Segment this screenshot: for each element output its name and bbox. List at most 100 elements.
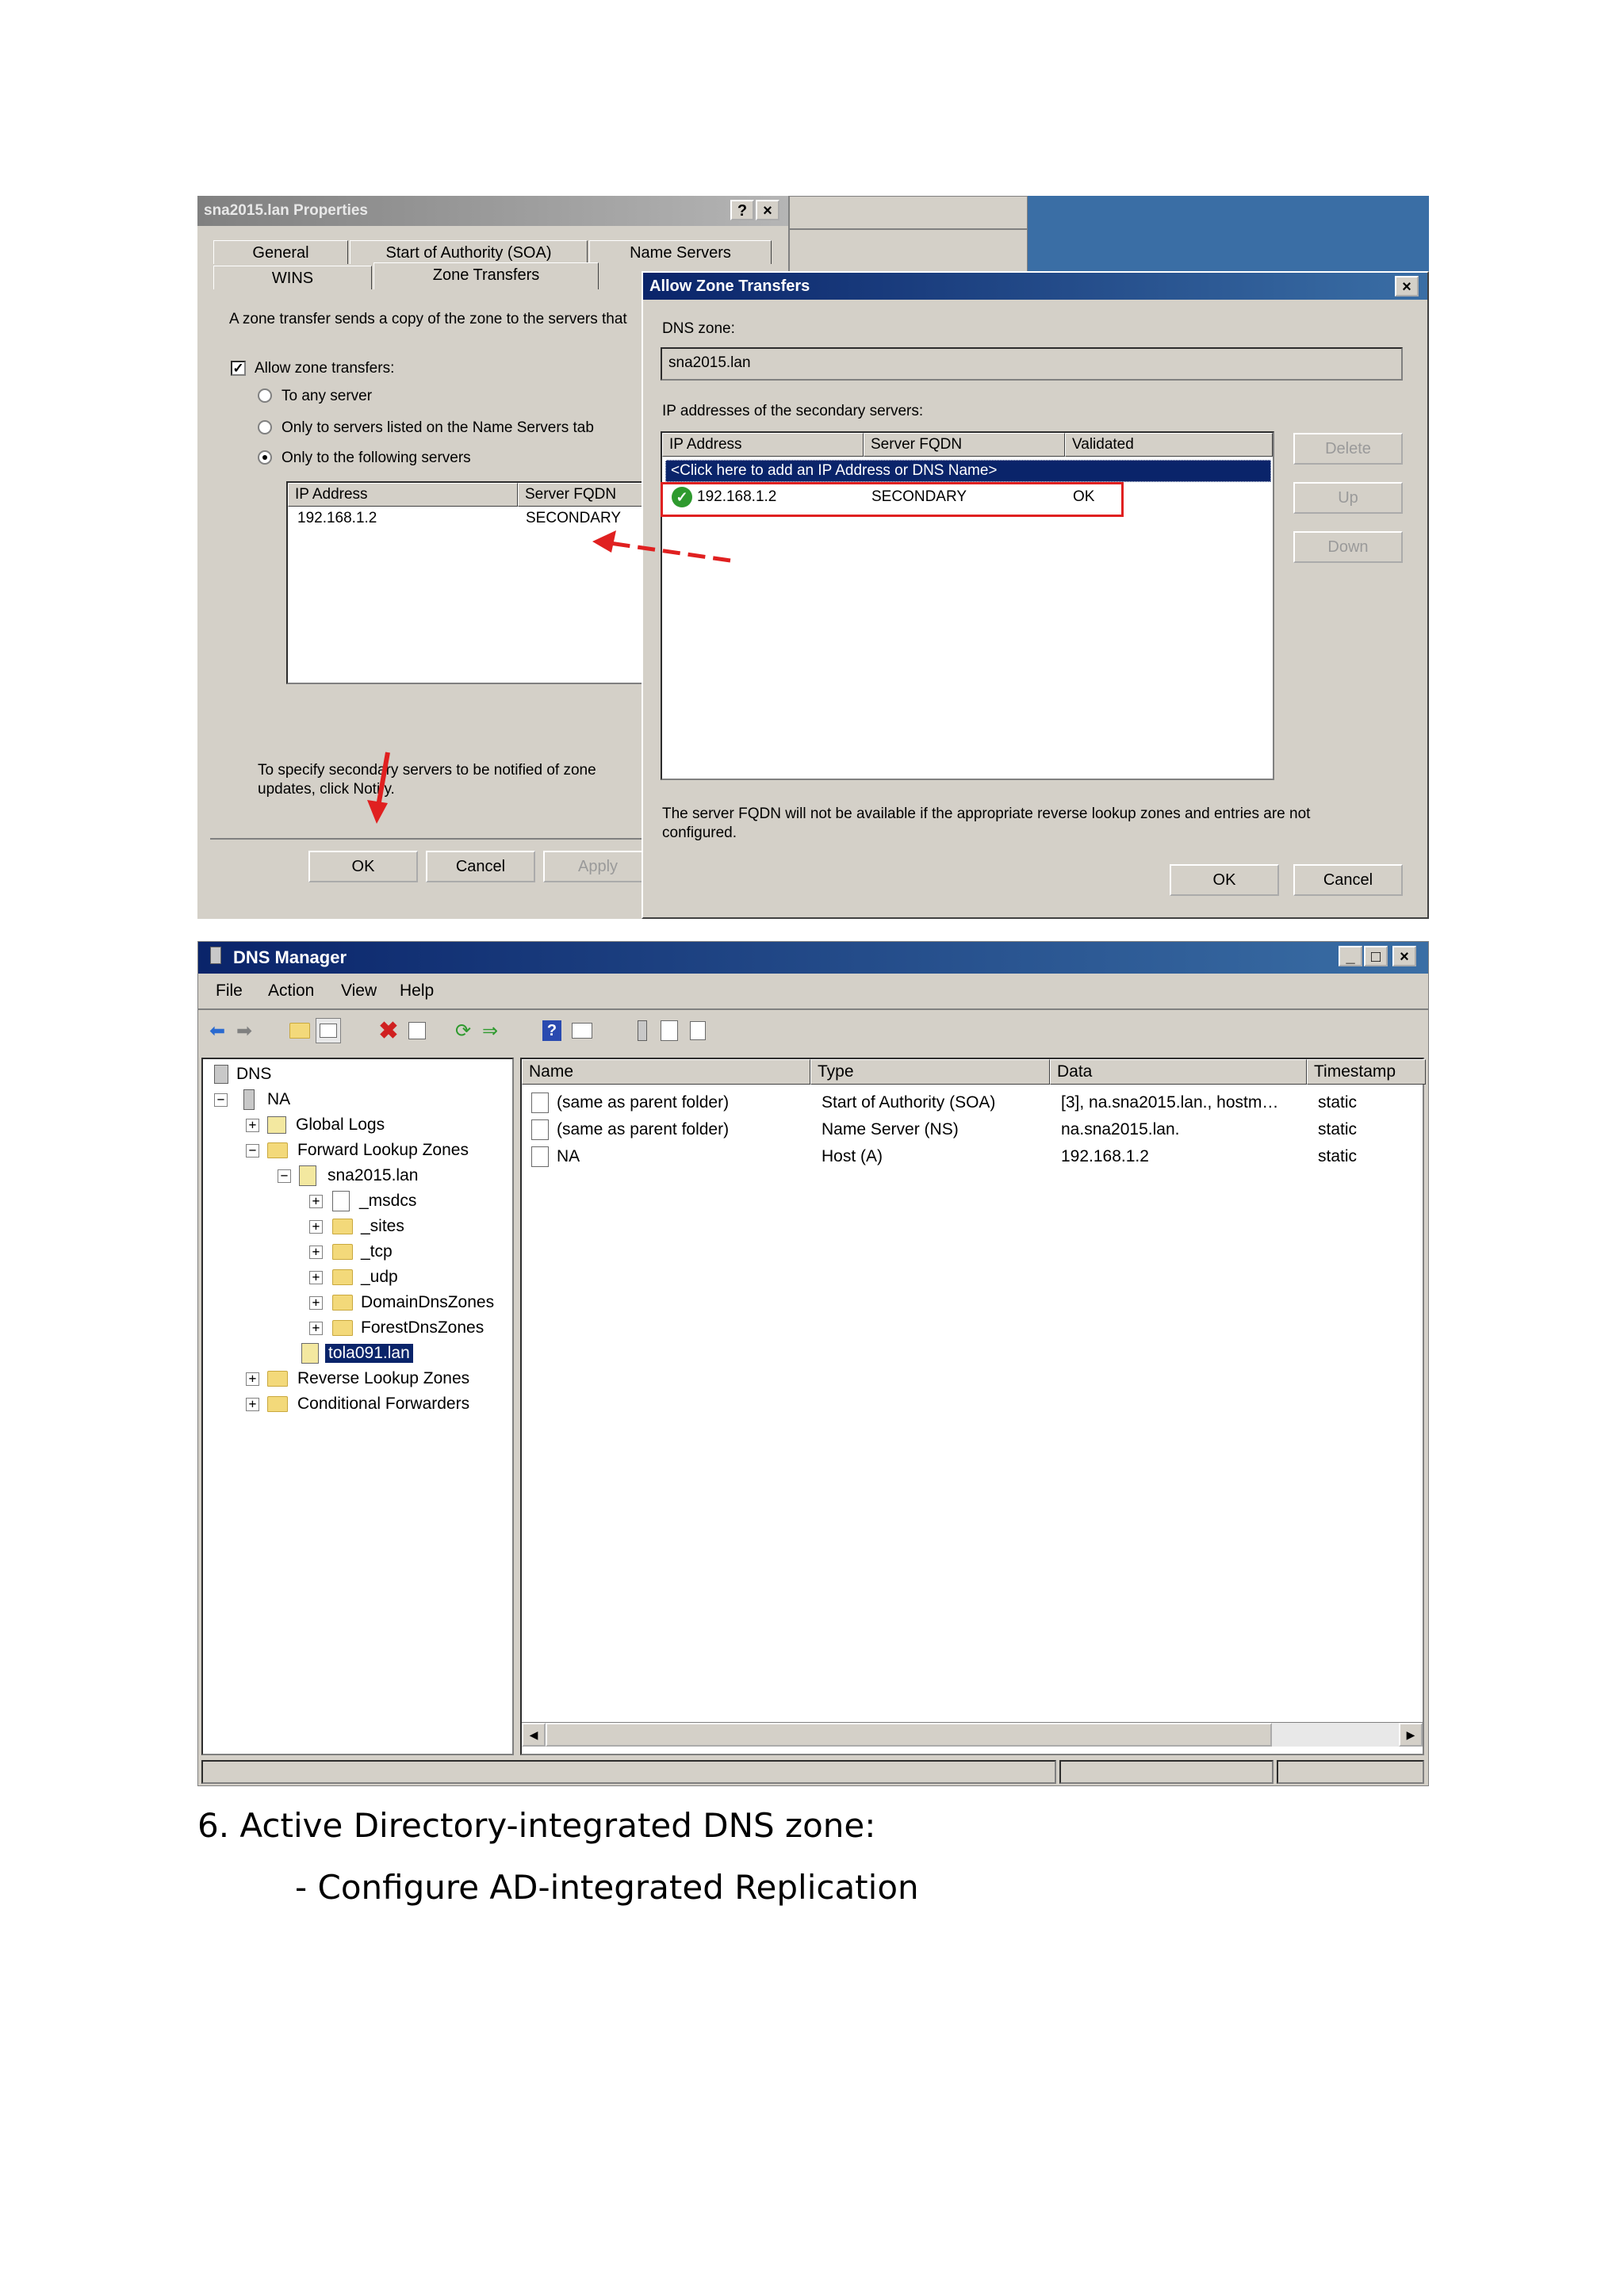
back-arrow-icon[interactable]: ⬅ [205, 1018, 230, 1043]
tree-label-global-logs: Global Logs [296, 1115, 385, 1134]
tree-label-domaindns: DomainDnsZones [361, 1293, 495, 1311]
folder-icon [267, 1371, 288, 1387]
folder-icon [267, 1142, 288, 1158]
tree-reverse-lookup-zones[interactable]: + Reverse Lookup Zones [246, 1367, 469, 1391]
scroll-left-icon[interactable]: ◀ [522, 1723, 546, 1747]
collapse-icon: − [278, 1169, 291, 1183]
expand-icon: + [309, 1245, 323, 1259]
tree-server-na[interactable]: − NA [214, 1088, 290, 1112]
record-icon [531, 1119, 549, 1140]
row-type: Start of Authority (SOA) [822, 1093, 996, 1112]
section-subheading: - Configure AD-integrated Replication [295, 1868, 919, 1907]
row-type: Host (A) [822, 1147, 883, 1165]
menu-action[interactable]: Action [268, 982, 314, 1001]
record-icon [531, 1146, 549, 1167]
expand-icon: + [246, 1118, 259, 1132]
list-view-icon[interactable] [657, 1018, 682, 1043]
expand-icon: + [309, 1270, 323, 1284]
folder-icon [332, 1295, 353, 1311]
results-pane: Name Type Data Timestamp (same as parent… [520, 1058, 1426, 1755]
section-heading: 6. Active Directory-integrated DNS zone: [197, 1806, 876, 1845]
refresh-icon[interactable]: ⟳ [450, 1018, 476, 1043]
tree-msdcs[interactable]: + _msdcs [309, 1189, 416, 1213]
folder-icon [332, 1219, 353, 1234]
up-folder-icon[interactable] [287, 1018, 312, 1043]
tree-label-tcp: _tcp [361, 1242, 393, 1261]
tree-forestdnszones[interactable]: + ForestDnsZones [309, 1316, 484, 1340]
forward-arrow-icon[interactable]: ➡ [232, 1018, 257, 1043]
console-view-icon[interactable] [569, 1018, 595, 1043]
tree-forward-lookup-zones[interactable]: − Forward Lookup Zones [246, 1138, 469, 1162]
folder-icon [267, 1396, 288, 1412]
table-row[interactable]: (same as parent folder) Start of Authori… [528, 1089, 1416, 1116]
row-timestamp: static [1318, 1120, 1358, 1138]
collapse-icon: − [246, 1143, 259, 1158]
event-log-icon [267, 1116, 286, 1134]
row-name: NA [557, 1147, 580, 1165]
table-row[interactable]: NA Host (A) 192.168.1.2 static [528, 1143, 1416, 1170]
col-data[interactable]: Data [1050, 1059, 1307, 1085]
zone-icon [332, 1191, 350, 1211]
row-timestamp: static [1318, 1093, 1358, 1112]
tree-global-logs[interactable]: + Global Logs [246, 1113, 385, 1137]
dashed-arrow-line [609, 541, 731, 563]
collapse-icon: − [214, 1093, 228, 1107]
server-icon [243, 1089, 255, 1110]
copy-icon[interactable] [685, 1018, 710, 1043]
window-close-button[interactable]: × [1392, 946, 1416, 966]
status-bar-section [1059, 1760, 1274, 1784]
delete-x-icon[interactable]: ✖ [376, 1018, 401, 1044]
horizontal-scrollbar[interactable]: ◀ ▶ [522, 1722, 1423, 1747]
folder-icon [332, 1269, 353, 1285]
tree-udp[interactable]: + _udp [309, 1265, 398, 1289]
tree-conditional-forwarders[interactable]: + Conditional Forwarders [246, 1392, 469, 1416]
tree-label-forestdns: ForestDnsZones [361, 1318, 485, 1337]
minimize-button[interactable]: _ [1339, 946, 1362, 966]
tree-dns-root[interactable]: DNS [214, 1062, 271, 1086]
row-name: (same as parent folder) [557, 1120, 730, 1138]
expand-icon: + [246, 1372, 259, 1386]
tree-zone-sna2015[interactable]: − sna2015.lan [278, 1164, 418, 1188]
row-data: na.sna2015.lan. [1061, 1120, 1180, 1138]
col-type[interactable]: Type [810, 1059, 1050, 1085]
server-icon[interactable] [630, 1018, 655, 1043]
tree-sites[interactable]: + _sites [309, 1215, 404, 1238]
dns-root-icon [214, 1065, 228, 1084]
col-timestamp[interactable]: Timestamp [1307, 1059, 1426, 1085]
properties-icon[interactable] [404, 1018, 430, 1043]
notify-arrow-line [376, 752, 390, 807]
dns-app-icon [208, 947, 225, 969]
expand-icon: + [309, 1321, 323, 1335]
col-name[interactable]: Name [522, 1059, 810, 1085]
folder-icon [332, 1320, 353, 1336]
tree-label-tola: tola091.lan [325, 1344, 413, 1363]
tree-label-udp: _udp [361, 1268, 398, 1286]
table-row[interactable]: (same as parent folder) Name Server (NS)… [528, 1116, 1416, 1143]
show-hide-tree-icon[interactable] [316, 1018, 341, 1043]
tree-label-reverse: Reverse Lookup Zones [297, 1369, 470, 1387]
menu-help[interactable]: Help [400, 982, 434, 1001]
expand-icon: + [309, 1219, 323, 1234]
export-list-icon[interactable]: ⇒ [477, 1018, 503, 1043]
tree-label-conditional: Conditional Forwarders [297, 1395, 470, 1413]
menu-file[interactable]: File [216, 982, 243, 1001]
expand-icon: + [246, 1397, 259, 1411]
help-icon[interactable]: ? [539, 1018, 565, 1043]
dns-manager-title: DNS Manager [198, 942, 1428, 974]
tree-label-forward: Forward Lookup Zones [297, 1141, 469, 1159]
row-data: 192.168.1.2 [1061, 1147, 1149, 1165]
dns-manager-window: DNS Manager _ □ × File Action View Help … [197, 941, 1429, 1786]
row-type: Name Server (NS) [822, 1120, 959, 1138]
tree-zone-tola091[interactable]: tola091.lan [301, 1341, 413, 1365]
scroll-thumb[interactable] [546, 1723, 1272, 1747]
maximize-button[interactable]: □ [1364, 946, 1388, 966]
tree-label-msdcs: _msdcs [359, 1192, 417, 1210]
console-tree: DNS − NA + Global Logs − Forward Lookup Zon… [201, 1058, 514, 1755]
scroll-right-icon[interactable]: ▶ [1399, 1723, 1423, 1747]
menu-divider [198, 1008, 1428, 1010]
folder-icon [332, 1244, 353, 1260]
tree-domaindnszones[interactable]: + DomainDnsZones [309, 1291, 494, 1314]
tree-label-sna: sna2015.lan [327, 1166, 419, 1184]
tree-tcp[interactable]: + _tcp [309, 1240, 393, 1264]
menu-view[interactable]: View [341, 982, 377, 1001]
